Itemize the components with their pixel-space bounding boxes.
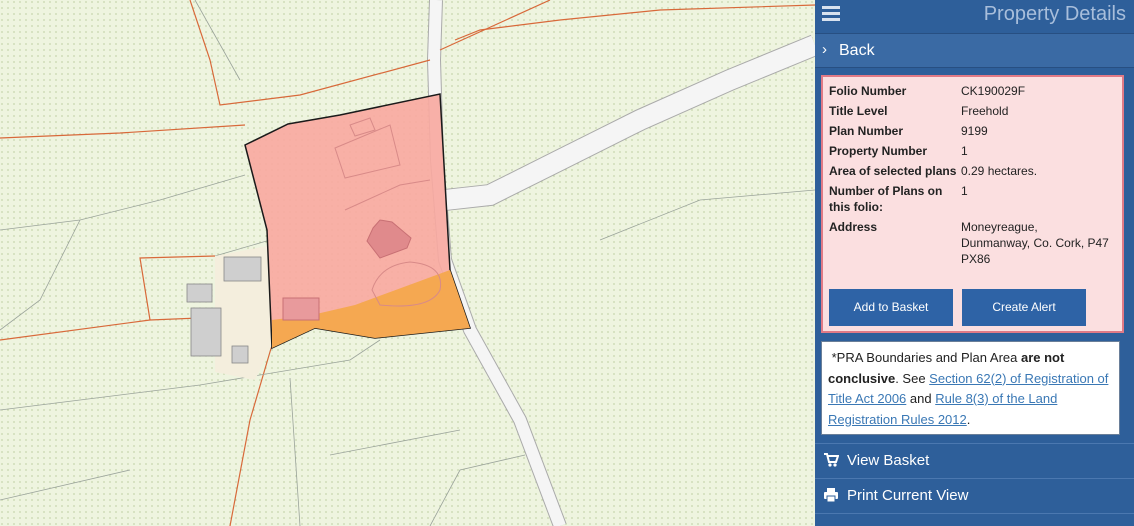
view-basket-label: View Basket [847, 452, 930, 469]
map-canvas[interactable] [0, 0, 815, 526]
print-current-view-button[interactable]: Print Current View [815, 478, 1134, 513]
create-alert-button[interactable]: Create Alert [962, 289, 1086, 326]
map-view[interactable] [0, 0, 815, 526]
note-suffix: . [966, 411, 971, 427]
property-details-table: Folio Number CK190029F Title Level Freeh… [829, 83, 1109, 271]
detail-label: Plan Number [829, 124, 904, 138]
detail-label: Property Number [829, 144, 928, 158]
note-and: and [906, 391, 936, 406]
detail-value: 1 [961, 144, 968, 158]
detail-value: 9199 [961, 124, 988, 138]
disclaimer-note: *PRA Boundaries and Plan Area are not co… [821, 341, 1120, 435]
back-button[interactable]: › Back [815, 33, 1134, 68]
print-icon [824, 488, 838, 503]
detail-row: Title Level Freehold [829, 103, 1109, 123]
detail-row: Property Number 1 [829, 143, 1109, 163]
print-label: Print Current View [847, 487, 969, 504]
note-mid: . See [895, 370, 930, 386]
detail-row: Folio Number CK190029F [829, 83, 1109, 103]
next-menu-item[interactable] [815, 513, 1134, 526]
detail-label: Address [829, 220, 878, 234]
note-prefix: *PRA Boundaries and Plan Area [831, 350, 1021, 365]
detail-value: CK190029F [961, 84, 1026, 98]
chevron-right-icon: › [822, 41, 827, 58]
cart-icon [824, 453, 839, 467]
back-label: Back [839, 42, 875, 59]
detail-label: Folio Number [829, 84, 907, 98]
view-basket-button[interactable]: View Basket [815, 443, 1134, 478]
property-details-panel: Property Details › Back Folio Number CK1… [815, 0, 1134, 526]
panel-header: Property Details [815, 0, 1134, 32]
property-card: Folio Number CK190029F Title Level Freeh… [821, 75, 1124, 333]
detail-value: 0.29 hectares. [961, 164, 1038, 178]
detail-row: Area of selected plans 0.29 hectares. [829, 163, 1109, 183]
detail-label: Number of Plans on this folio: [829, 184, 943, 214]
detail-label: Title Level [829, 104, 888, 118]
detail-row: Address Moneyreague, Dunmanway, Co. Cork… [829, 219, 1109, 271]
detail-value: 1 [961, 184, 968, 198]
detail-label: Area of selected plans [829, 164, 957, 178]
detail-value: Moneyreague, Dunmanway, Co. Cork, P47 PX… [961, 220, 1109, 266]
menu-icon[interactable] [822, 6, 840, 22]
detail-value: Freehold [961, 104, 1009, 118]
detail-row: Plan Number 9199 [829, 123, 1109, 143]
detail-row: Number of Plans on this folio: 1 [829, 183, 1109, 219]
panel-title: Property Details [983, 3, 1126, 25]
add-to-basket-button[interactable]: Add to Basket [829, 289, 953, 326]
shed-building [282, 297, 320, 321]
